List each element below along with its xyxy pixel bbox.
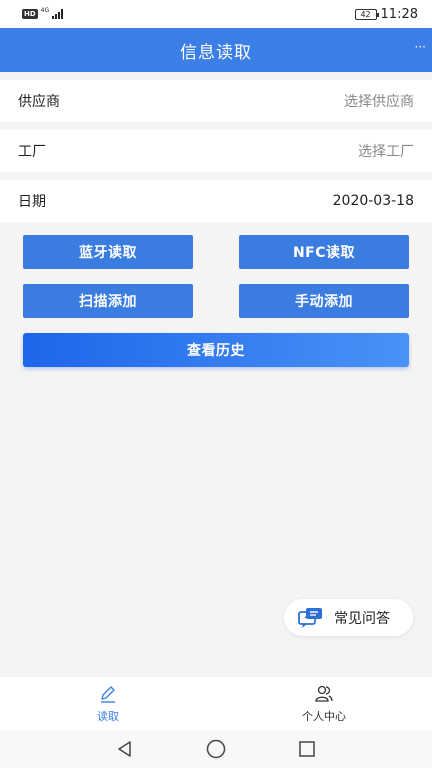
back-triangle-icon xyxy=(118,741,132,757)
recents-square-icon xyxy=(298,741,315,757)
tab-profile-label: 个人中心 xyxy=(302,709,346,723)
bottom-tab-bar: 读取 个人中心 xyxy=(0,677,432,730)
manual-add-button[interactable]: 手动添加 xyxy=(239,284,409,318)
supplier-row[interactable]: 供应商 选择供应商 xyxy=(0,80,432,122)
date-picker[interactable]: 2020-03-18 xyxy=(333,193,414,209)
supplier-select[interactable]: 选择供应商 xyxy=(344,91,414,111)
date-row[interactable]: 日期 2020-03-18 xyxy=(0,180,432,222)
faq-button[interactable]: 常见问答 xyxy=(284,599,413,636)
nfc-read-button[interactable]: NFC读取 xyxy=(239,235,409,269)
users-icon xyxy=(315,685,333,702)
network-type: 4G xyxy=(40,6,50,14)
tab-profile[interactable]: 个人中心 xyxy=(216,677,432,730)
signal-icon xyxy=(52,9,64,19)
app-header: 信息读取 ··· xyxy=(0,28,432,72)
recents-button[interactable] xyxy=(296,738,318,760)
pencil-icon xyxy=(101,685,115,703)
home-circle-icon xyxy=(206,739,226,759)
tab-read-label: 读取 xyxy=(97,709,119,723)
clock: 11:28 xyxy=(380,6,418,22)
date-label: 日期 xyxy=(18,194,46,210)
hd-badge: HD xyxy=(22,9,38,19)
battery-icon: 42 xyxy=(354,8,379,20)
system-nav-bar xyxy=(0,730,432,768)
chat-bubbles-icon xyxy=(298,607,322,628)
status-bar: HD 4G 42 11:28 xyxy=(0,0,432,28)
status-left: HD 4G xyxy=(22,6,64,19)
tab-read[interactable]: 读取 xyxy=(0,677,216,730)
bluetooth-read-button[interactable]: 蓝牙读取 xyxy=(23,235,193,269)
factory-row[interactable]: 工厂 选择工厂 xyxy=(0,130,432,172)
home-button[interactable] xyxy=(205,738,227,760)
supplier-label: 供应商 xyxy=(18,94,60,110)
scan-add-button[interactable]: 扫描添加 xyxy=(23,284,193,318)
page-title: 信息读取 xyxy=(180,42,252,63)
factory-select[interactable]: 选择工厂 xyxy=(358,141,414,161)
factory-label: 工厂 xyxy=(18,144,46,160)
back-button[interactable] xyxy=(114,738,136,760)
view-history-button[interactable]: 查看历史 xyxy=(23,333,409,367)
more-menu-button[interactable]: ··· xyxy=(415,40,426,54)
status-right: 42 11:28 xyxy=(354,6,418,22)
faq-label: 常见问答 xyxy=(334,610,390,627)
